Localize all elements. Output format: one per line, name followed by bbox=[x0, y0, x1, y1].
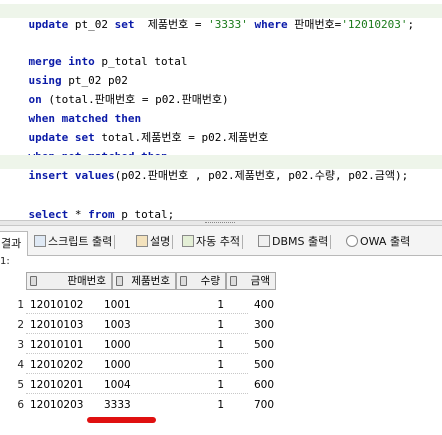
row-number: 2 bbox=[17, 319, 24, 331]
cell-amount: 700 bbox=[253, 399, 274, 411]
sql-text: ; bbox=[407, 18, 415, 31]
column-header-label: 판매번호 bbox=[67, 275, 106, 287]
column-header-label: 금액 bbox=[250, 275, 270, 287]
cell-amount: 500 bbox=[253, 339, 274, 351]
results-grid[interactable]: 1: 판매번호 제품번호 수량 금액 1 12010102 1001 1 400… bbox=[0, 256, 442, 435]
sql-text: pt_02 bbox=[68, 18, 115, 31]
cell-qty: 1 bbox=[217, 319, 224, 331]
keyword: where bbox=[254, 18, 288, 31]
results-stub: 1: bbox=[0, 256, 10, 267]
row-divider bbox=[26, 353, 248, 354]
row-number: 6 bbox=[17, 399, 24, 411]
row-number: 1 bbox=[17, 299, 24, 311]
cell-product-no: 1000 bbox=[104, 339, 131, 351]
tab-label: 설명 bbox=[150, 235, 171, 248]
column-header[interactable]: 판매번호 bbox=[26, 272, 112, 290]
cell-qty: 1 bbox=[217, 359, 224, 371]
string-literal: '12010203' bbox=[341, 18, 408, 31]
sql-editor[interactable]: update pt_02 set 제품번호 = '3333' where 판매번… bbox=[0, 0, 442, 221]
pin-icon bbox=[230, 276, 237, 286]
column-header[interactable]: 수량 bbox=[176, 272, 226, 290]
tab-explain[interactable]: 설명 bbox=[136, 230, 174, 254]
sql-line-when-matched: when matched then bbox=[2, 98, 142, 125]
sql-line-when-not-matched: when not matched then bbox=[2, 136, 168, 163]
cell-sale-no: 12010101 bbox=[30, 339, 84, 351]
cell-product-no: 1000 bbox=[104, 359, 131, 371]
tab-label: 결과 bbox=[1, 237, 22, 250]
cell-sale-no: 12010203 bbox=[30, 399, 84, 411]
cell-product-no: 1001 bbox=[104, 299, 131, 311]
tab-autotrace[interactable]: 자동 추적 bbox=[182, 230, 243, 254]
cell-product-no: 1004 bbox=[104, 379, 131, 391]
tab-dbms-output[interactable]: DBMS 출력 bbox=[258, 230, 332, 254]
keyword: update bbox=[28, 18, 69, 31]
cell-qty: 1 bbox=[217, 379, 224, 391]
column-header-label: 수량 bbox=[200, 275, 220, 287]
cell-product-no: 1003 bbox=[104, 319, 131, 331]
sql-line-update-set: update set total.제품번호 = p02.제품번호 bbox=[2, 117, 269, 144]
tab-script-output[interactable]: 스크립트 출력 bbox=[34, 230, 116, 254]
sql-line-insert: insert values(p02.판매번호 , p02.제품번호, p02.수… bbox=[0, 155, 442, 182]
pin-icon bbox=[180, 276, 187, 286]
sql-text: 판매번호= bbox=[287, 18, 342, 31]
column-header-label: 제품번호 bbox=[131, 275, 170, 287]
sql-line-on: on (total.판매번호 = p02.판매번호) bbox=[2, 79, 229, 106]
sql-text: (p02.판매번호 , p02.제품번호, p02.수량, p02.금액); bbox=[114, 169, 409, 182]
row-number: 3 bbox=[17, 339, 24, 351]
cell-product-no: 3333 bbox=[104, 399, 131, 411]
cell-amount: 600 bbox=[253, 379, 274, 391]
row-divider bbox=[26, 333, 248, 334]
tab-label: OWA 출력 bbox=[360, 235, 411, 248]
cell-qty: 1 bbox=[217, 299, 224, 311]
cell-sale-no: 12010201 bbox=[30, 379, 84, 391]
cell-sale-no: 12010102 bbox=[30, 299, 84, 311]
output-tabs: 결과 스크립트 출력 설명 자동 추적 DBMS 출력 OWA 출력 bbox=[0, 226, 442, 257]
splitter-grip-icon bbox=[205, 222, 235, 225]
cell-sale-no: 12010202 bbox=[30, 359, 84, 371]
keyword: insert bbox=[28, 169, 69, 182]
tab-owa-output[interactable]: OWA 출력 bbox=[346, 230, 410, 254]
tab-label: DBMS 출력 bbox=[272, 235, 329, 248]
dbms-icon bbox=[258, 235, 270, 247]
sql-line-using: using pt_02 p02 bbox=[2, 60, 128, 87]
cell-sale-no: 12010103 bbox=[30, 319, 84, 331]
sql-text: 제품번호 = bbox=[134, 18, 209, 31]
cell-amount: 400 bbox=[253, 299, 274, 311]
row-number: 5 bbox=[17, 379, 24, 391]
script-icon bbox=[34, 235, 46, 247]
pin-icon bbox=[30, 276, 37, 286]
cell-amount: 500 bbox=[253, 359, 274, 371]
owa-icon bbox=[346, 235, 358, 247]
row-number: 4 bbox=[17, 359, 24, 371]
cell-qty: 1 bbox=[217, 339, 224, 351]
sql-line-merge: merge into p_total total bbox=[2, 41, 188, 68]
cell-qty: 1 bbox=[217, 399, 224, 411]
column-header[interactable]: 금액 bbox=[226, 272, 276, 290]
cell-amount: 300 bbox=[253, 319, 274, 331]
tab-results[interactable]: 결과 bbox=[0, 231, 29, 257]
sql-line-select: select * from p_total; bbox=[2, 194, 175, 221]
keyword: set bbox=[114, 18, 135, 31]
pin-icon bbox=[116, 276, 123, 286]
row-divider bbox=[26, 393, 248, 394]
sql-line-update: update pt_02 set 제품번호 = '3333' where 판매번… bbox=[0, 4, 442, 31]
tab-label: 스크립트 출력 bbox=[48, 235, 113, 248]
string-literal: '3333' bbox=[208, 18, 248, 31]
red-annotation-underline bbox=[87, 417, 156, 423]
row-divider bbox=[26, 373, 248, 374]
tab-label: 자동 추적 bbox=[196, 235, 240, 248]
column-header[interactable]: 제품번호 bbox=[112, 272, 176, 290]
keyword: values bbox=[74, 169, 115, 182]
row-divider bbox=[26, 313, 248, 314]
autotrace-icon bbox=[182, 235, 194, 247]
explain-icon bbox=[136, 235, 148, 247]
